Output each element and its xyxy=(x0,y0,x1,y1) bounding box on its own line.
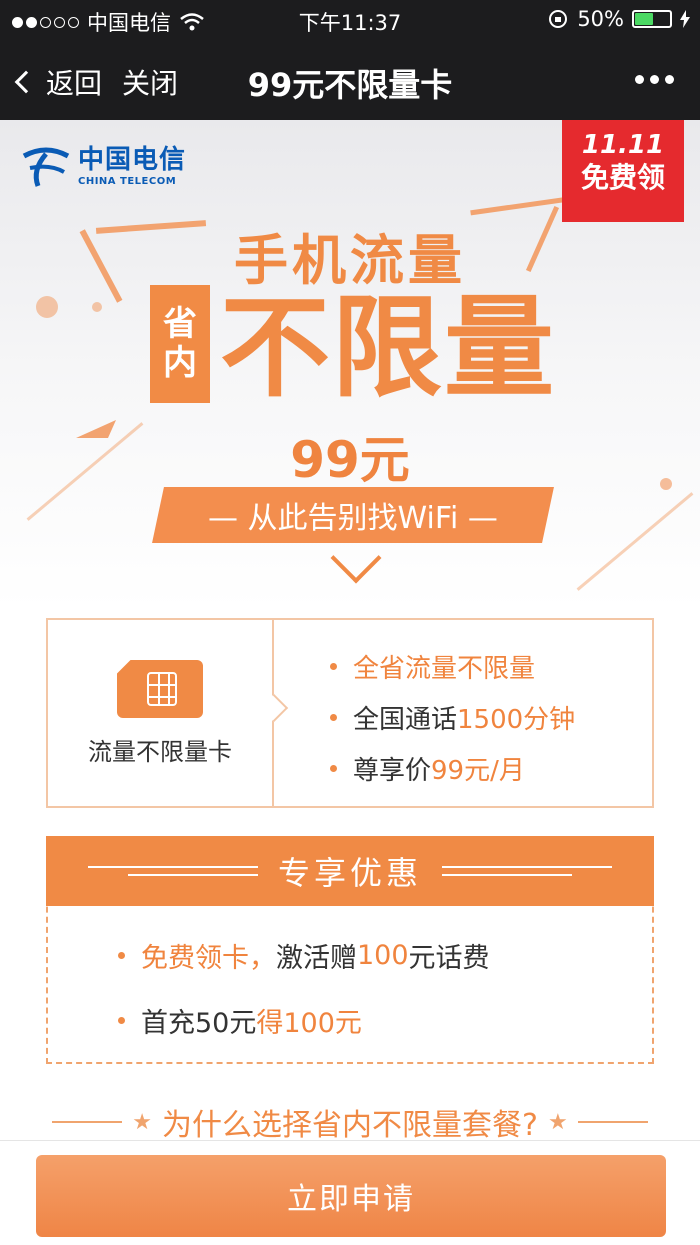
offer-item: 免费领卡， 激活赠 100 元话费 xyxy=(118,936,490,975)
exclusive-offer-box: 专享优惠 免费领卡， 激活赠 100 元话费 首充50元 得100元 xyxy=(46,836,654,1064)
feature-item: 尊享价 99元/月 xyxy=(330,750,652,787)
ribbon-free-label: 免费领 xyxy=(580,161,665,194)
province-tag-line2: 内 xyxy=(163,343,197,383)
more-dots-icon xyxy=(635,75,644,84)
why-choose-heading: ★ 为什么选择省内不限量套餐? ★ xyxy=(0,1100,700,1140)
hero-banner: 中国电信 CHINA TELECOM 11.11 免费领 手机流量 省 内 不限… xyxy=(0,120,700,610)
ribbon-date: 11.11 xyxy=(581,130,665,160)
plan-card-features: 全省流量不限量 全国通话 1500分钟 尊享价 99元/月 xyxy=(274,620,652,806)
charging-icon xyxy=(680,10,690,28)
page-content: 中国电信 CHINA TELECOM 11.11 免费领 手机流量 省 内 不限… xyxy=(0,120,700,1140)
rotation-lock-icon xyxy=(549,10,568,28)
logo-chinese-name: 中国电信 xyxy=(78,145,187,175)
status-right: 50% xyxy=(547,7,690,31)
page-title: 99元不限量卡 xyxy=(247,66,453,104)
promo-ribbon: 11.11 免费领 xyxy=(562,120,684,222)
exclusive-offer-title: 专享优惠 xyxy=(277,854,422,892)
province-tag-line1: 省 xyxy=(163,303,197,344)
plan-card-left: 流量不限量卡 xyxy=(48,620,289,806)
unlimited-big-text: 不限量 xyxy=(220,284,556,412)
feature-accent: 99元/月 xyxy=(431,756,525,786)
exclusive-offer-list: 免费领卡， 激活赠 100 元话费 首充50元 得100元 xyxy=(118,936,490,1066)
offer-plain: 元话费 xyxy=(408,943,490,974)
star-icon: ★ xyxy=(547,1109,568,1135)
bullet-dot-icon xyxy=(330,714,337,721)
offer-accent: 得100元 xyxy=(256,1008,362,1039)
battery-percent: 50% xyxy=(577,7,624,31)
offer-plain: 激活赠 xyxy=(276,943,357,974)
offer-item: 首充50元 得100元 xyxy=(118,1001,490,1040)
feature-plain: 全国通话 xyxy=(353,705,458,735)
bottom-action-bar: 立即申请 xyxy=(0,1140,700,1245)
china-telecom-logo: 中国电信 CHINA TELECOM xyxy=(20,146,186,188)
bullet-dot-icon xyxy=(118,952,125,959)
hero-slogan-text: — 从此告别找WiFi — xyxy=(208,501,498,536)
plan-card-label: 流量不限量卡 xyxy=(88,737,232,766)
more-options-button[interactable] xyxy=(635,75,674,84)
decor-dot xyxy=(36,296,58,318)
feature-accent: 1500分钟 xyxy=(457,705,576,735)
logo-english-name: CHINA TELECOM xyxy=(78,176,177,187)
hero-main-text: 省 内 不限量 xyxy=(150,285,556,403)
sim-card-icon xyxy=(117,659,203,718)
offer-accent: 免费领卡， xyxy=(141,943,276,974)
exclusive-offer-header: 专享优惠 xyxy=(46,836,654,906)
province-tag: 省 内 xyxy=(150,285,210,403)
battery-icon xyxy=(632,10,672,28)
decor-line xyxy=(576,492,694,591)
nav-bar: 返回 关闭 99元不限量卡 xyxy=(0,40,700,120)
telecom-logo-icon xyxy=(22,147,70,187)
status-bar: 中国电信 下午11:37 50% xyxy=(0,0,700,40)
plan-card: 流量不限量卡 全省流量不限量 全国通话 1500分钟 尊享价 99元/月 xyxy=(46,618,654,808)
feature-item: 全省流量不限量 xyxy=(330,648,652,685)
star-icon: ★ xyxy=(132,1109,153,1135)
apply-now-button[interactable]: 立即申请 xyxy=(36,1155,666,1237)
bullet-dot-icon xyxy=(118,1017,125,1024)
offer-accent: 100 xyxy=(357,940,409,971)
why-choose-text: 为什么选择省内不限量套餐? xyxy=(162,1108,538,1140)
feature-accent: 全省流量不限量 xyxy=(353,654,536,684)
feature-plain: 尊享价 xyxy=(353,756,432,786)
bullet-dot-icon xyxy=(330,765,337,772)
hero-price: 99元 xyxy=(290,431,410,489)
feature-item: 全国通话 1500分钟 xyxy=(330,699,652,736)
bullet-dot-icon xyxy=(330,663,337,670)
decor-dot xyxy=(92,302,102,312)
offer-plain: 首充50元 xyxy=(141,1008,257,1039)
